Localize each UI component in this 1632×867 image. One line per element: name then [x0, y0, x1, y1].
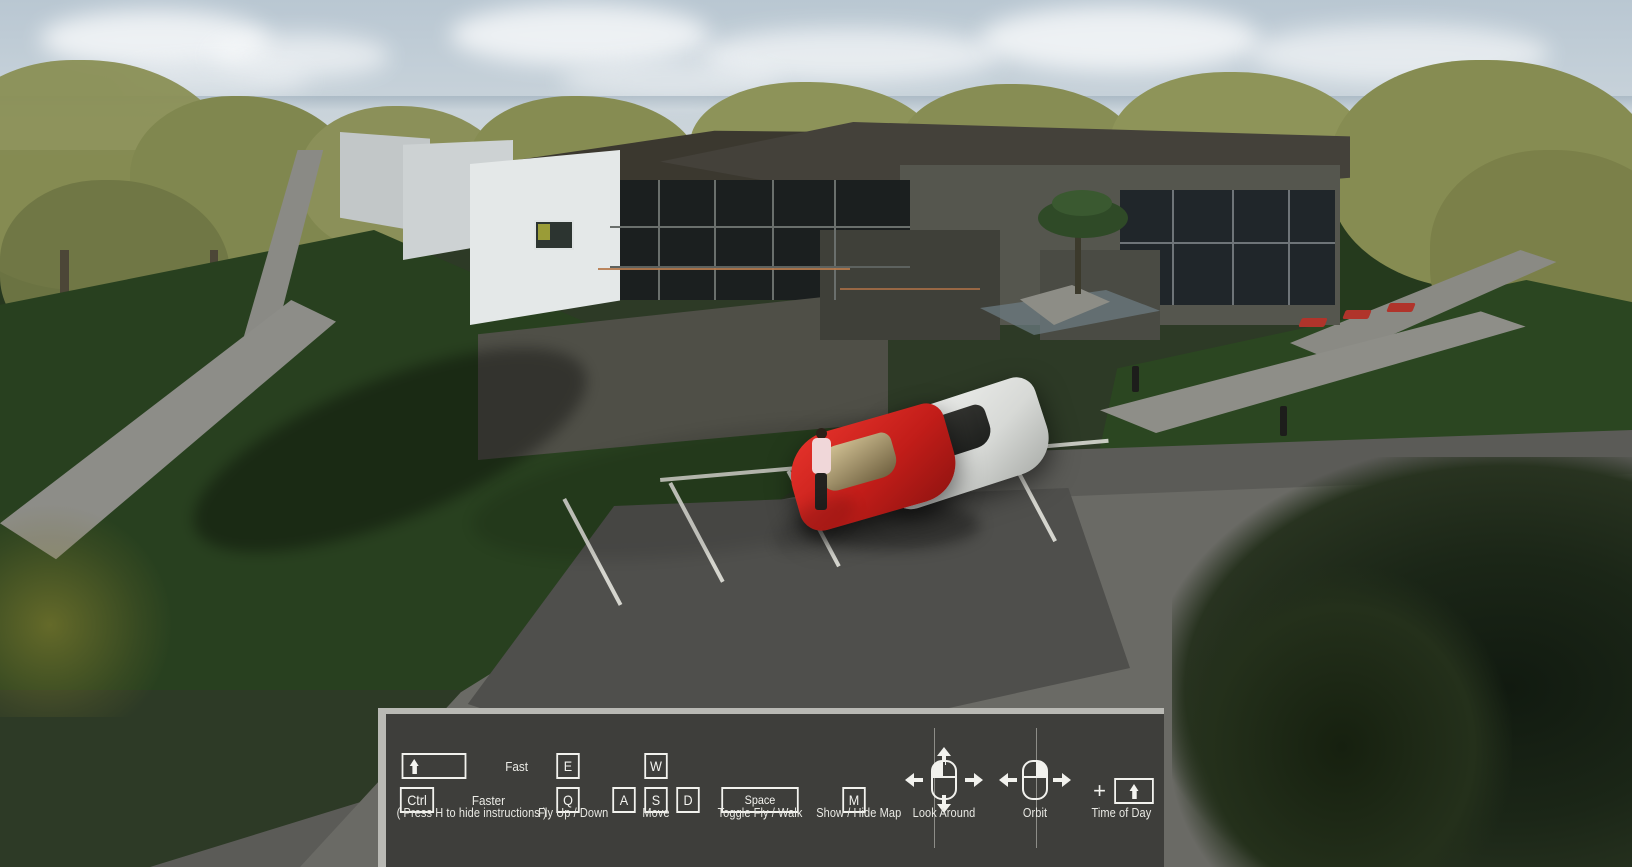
arrow-left-icon: [999, 773, 1018, 787]
bench: [1386, 303, 1416, 312]
foreground-leaves: [0, 487, 190, 717]
hud-section-speed: Fast Ctrl Faster ( Press H to hide instr…: [386, 714, 547, 826]
hud-label-time: Time of Day: [1091, 806, 1152, 820]
mouse-right-button-icon[interactable]: [1022, 760, 1049, 800]
plus-icon: +: [1093, 778, 1106, 803]
bollard-light: [1132, 366, 1139, 392]
bollard-light: [1280, 406, 1287, 436]
controls-hud: Fast Ctrl Faster ( Press H to hide instr…: [378, 708, 1164, 867]
controls-hud-inner: Fast Ctrl Faster ( Press H to hide instr…: [386, 714, 1164, 867]
hud-label-fly: Fly Up / Down: [538, 806, 609, 820]
bench: [1342, 310, 1372, 319]
hud-label-toggle: Toggle Fly / Walk: [717, 806, 802, 820]
speed-fast-label: Fast: [505, 758, 529, 774]
hud-section-fly: E Q Fly Up / Down: [534, 714, 609, 826]
hud-section-toggle: Space Toggle Fly / Walk: [709, 714, 811, 826]
viewport: Fast Ctrl Faster ( Press H to hide instr…: [0, 0, 1632, 867]
foreground-bush-2: [1172, 567, 1512, 867]
hud-section-map: M Show / Hide Map: [811, 714, 901, 826]
key-shift[interactable]: [401, 753, 467, 779]
hud-section-move: W A S D Move: [603, 714, 709, 826]
hud-section-time: + Time of Day: [1079, 714, 1164, 826]
terrace-railing-2: [840, 288, 980, 326]
terrace-railing: [598, 268, 850, 312]
key-w[interactable]: W: [643, 753, 668, 779]
window-small: [534, 220, 574, 250]
key-e[interactable]: E: [556, 753, 580, 779]
arrow-up-icon: [409, 758, 420, 774]
hud-label-look: Look Around: [912, 806, 976, 820]
arrow-right-icon: [965, 773, 984, 787]
arrow-right-icon: [1053, 773, 1072, 787]
hud-section-look: Look Around: [897, 714, 991, 826]
arrow-up-icon: [1129, 783, 1139, 799]
bench: [1298, 318, 1328, 327]
mullion-grid-right: [1120, 190, 1335, 305]
arrow-left-icon: [905, 773, 924, 787]
hud-label-map: Show / Hide Map: [815, 806, 901, 820]
key-shift-time[interactable]: [1114, 778, 1154, 804]
hud-hint-press-h: ( Press H to hide instructions ): [396, 806, 547, 820]
mouse-left-button-icon[interactable]: [931, 760, 958, 800]
person-torso: [812, 438, 831, 474]
hud-section-orbit: Orbit: [991, 714, 1079, 826]
hud-label-orbit: Orbit: [1022, 806, 1048, 820]
hud-label-move: Move: [641, 806, 670, 820]
